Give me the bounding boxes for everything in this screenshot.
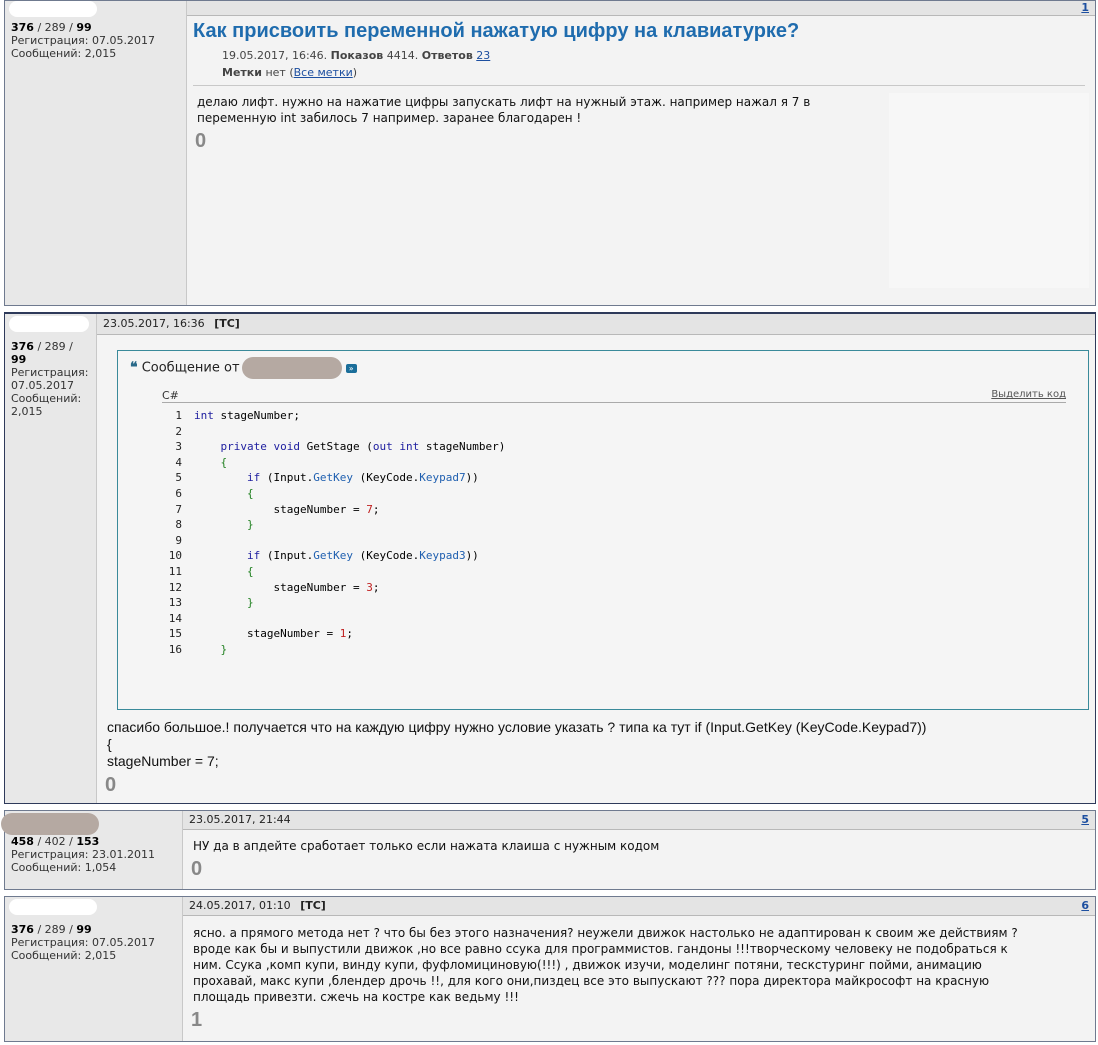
registration-label: Регистрация:	[11, 366, 89, 379]
post-body: делаю лифт. нужно на нажатие цифры запус…	[197, 95, 811, 125]
quote-block: ❝ Сообщение от » C# Выделить код 1 int st…	[117, 350, 1089, 710]
quote-author: ❝ Сообщение от »	[130, 357, 357, 379]
message-count: Сообщений: 1,054	[11, 861, 117, 874]
topic-starter-badge: [ТС]	[300, 899, 326, 912]
registration-date: Регистрация: 07.05.2017	[11, 34, 155, 47]
quote-icon: ❝	[130, 359, 138, 376]
post-header: 24.05.2017, 01:10 [ТС] 6	[183, 897, 1095, 916]
answers-link[interactable]: 23	[476, 49, 490, 62]
message-count: Сообщений: 2,015	[11, 949, 117, 962]
post-header: 1	[187, 1, 1095, 16]
post-body: ясно. а прямого метода нет ? что бы без …	[193, 926, 1018, 1004]
username-redacted	[9, 899, 97, 915]
post-number-link[interactable]: 5	[1081, 811, 1089, 829]
code-lang: C#	[162, 389, 179, 402]
username-redacted	[9, 1, 97, 17]
post-header: 23.05.2017, 16:36 [ТС]	[97, 314, 1095, 335]
ad-area	[889, 93, 1089, 288]
code-block: 1 int stageNumber; 2 3 private void GetSt…	[168, 409, 506, 656]
post-body: НУ да в апдейте сработает только если на…	[193, 839, 660, 853]
user-stats: 376 / 289 /99	[11, 340, 73, 366]
post-4: 376 / 289 / 99 Регистрация: 07.05.2017 С…	[4, 896, 1096, 1042]
post-rating: 0	[191, 858, 203, 880]
goto-quote-icon[interactable]: »	[345, 363, 357, 373]
post-number-link[interactable]: 1	[1081, 1, 1089, 15]
username-redacted	[1, 813, 99, 835]
registration-date: 07.05.2017	[11, 379, 74, 392]
registration-date: Регистрация: 23.01.2011	[11, 848, 155, 861]
post-date: 23.05.2017, 21:44	[189, 813, 291, 826]
registration-date: Регистрация: 07.05.2017	[11, 936, 155, 949]
user-info: 376 / 289 / 99 Регистрация: 07.05.2017 С…	[5, 1, 187, 305]
message-count: 2,015	[11, 405, 43, 418]
thread-meta: 19.05.2017, 16:46. Показов 4414. Ответов…	[222, 49, 491, 79]
all-tags-link[interactable]: Все метки	[294, 66, 353, 79]
user-stats: 376 / 289 / 99	[11, 923, 92, 936]
select-code-link[interactable]: Выделить код	[991, 389, 1066, 400]
post-content: 23.05.2017, 21:44 5 НУ да в апдейте сраб…	[183, 811, 1095, 889]
post-3: 458 / 402 / 153 Регистрация: 23.01.2011 …	[1, 810, 1096, 890]
post-date: 23.05.2017, 16:36	[103, 317, 205, 330]
post-content: 24.05.2017, 01:10 [ТС] 6 ясно. а прямого…	[183, 897, 1095, 1041]
thread-title: Как присвоить переменной нажатую цифру н…	[193, 20, 800, 42]
post-number-link[interactable]: 6	[1081, 897, 1089, 915]
user-stats: 458 / 402 / 153	[11, 835, 100, 848]
post-date: 24.05.2017, 01:10	[189, 899, 291, 912]
message-count-label: Сообщений:	[11, 392, 82, 405]
user-info: 376 / 289 /99 Регистрация: 07.05.2017 Со…	[5, 314, 97, 803]
user-info: 376 / 289 / 99 Регистрация: 07.05.2017 С…	[5, 897, 183, 1041]
post-rating: 0	[105, 774, 117, 796]
post-header: 23.05.2017, 21:44 5	[183, 811, 1095, 830]
quote-author-redacted	[241, 357, 342, 379]
post-content: 1 Как присвоить переменной нажатую цифру…	[187, 1, 1095, 305]
post-content: 23.05.2017, 16:36 [ТС] ❝ Сообщение от » …	[97, 314, 1095, 803]
user-info: 458 / 402 / 153 Регистрация: 23.01.2011 …	[1, 811, 183, 889]
post-rating: 1	[191, 1009, 203, 1031]
post-1: 376 / 289 / 99 Регистрация: 07.05.2017 С…	[4, 0, 1096, 306]
topic-starter-badge: [ТС]	[214, 317, 240, 330]
user-stats: 376 / 289 / 99	[11, 21, 92, 34]
post-2: 376 / 289 /99 Регистрация: 07.05.2017 Со…	[4, 312, 1096, 804]
post-body: спасибо большое.! получается что на кажд…	[107, 719, 927, 769]
username-redacted	[9, 316, 89, 332]
message-count: Сообщений: 2,015	[11, 47, 117, 60]
